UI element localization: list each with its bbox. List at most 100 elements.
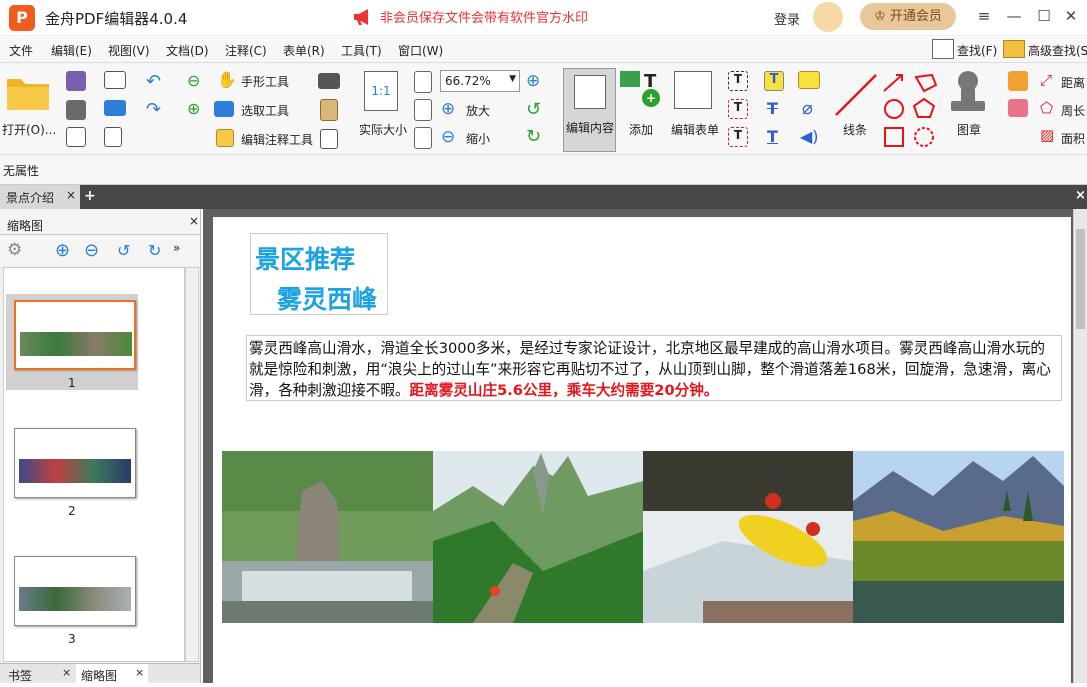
shape-tools[interactable] [882, 71, 942, 151]
vip-button[interactable]: ♔ 开通会员 [860, 3, 956, 30]
note-icon[interactable] [798, 71, 820, 89]
panel-close-icon[interactable]: × [189, 214, 199, 228]
zoom-select[interactable]: 66.72% ▼ [440, 70, 520, 92]
more-icon[interactable]: » [173, 241, 180, 255]
settings-gear-icon[interactable]: ⚙ [7, 240, 22, 260]
page-number: 1 [68, 376, 76, 390]
edit-form-button[interactable]: 编辑表单 [671, 121, 719, 138]
fit-visible-icon[interactable] [414, 127, 432, 149]
paragraph-highlight: 距离雾灵山庄5.6公里，乘车大约需要20分钟。 [409, 382, 719, 399]
close-all-icon[interactable]: × [1075, 188, 1086, 203]
close-icon[interactable]: ✕ [1061, 6, 1081, 26]
rotate-right-icon[interactable]: ↻ [526, 126, 541, 147]
print-icon[interactable] [66, 100, 86, 120]
advanced-find-button[interactable]: 高级查找(S [1028, 42, 1087, 59]
pencil-icon[interactable] [1008, 71, 1028, 91]
menu-annotation[interactable]: 注释(C) [225, 42, 267, 59]
magnifier-icon[interactable]: ⊕ [526, 71, 540, 91]
rotate-page-right-icon[interactable]: ↻ [148, 241, 161, 260]
distance-button[interactable]: 距离 [1061, 74, 1087, 91]
menu-file[interactable]: 文件 [9, 42, 33, 59]
tab-document-label: 景点介绍 [6, 191, 55, 205]
vip-button-label: 开通会员 [889, 9, 942, 24]
page-thumbnail[interactable] [14, 556, 136, 626]
strikethrough-icon[interactable]: T [767, 99, 778, 118]
minimize-icon[interactable]: — [1004, 6, 1024, 26]
thumbnail-scrollbar[interactable] [185, 267, 199, 662]
area-button[interactable]: 面积 [1061, 130, 1087, 147]
menu-document[interactable]: 文档(D) [166, 42, 209, 59]
menu-view[interactable]: 视图(V) [108, 42, 150, 59]
forward-icon[interactable]: ⊕ [187, 99, 200, 118]
maximize-icon[interactable]: ☐ [1034, 6, 1054, 26]
hand-tool-button[interactable]: 手形工具 [241, 73, 289, 90]
pdf-page[interactable]: 景区推荐 雾灵西峰 雾灵西峰高山滑水，滑道全长3000多米，是经过专家论证设计，… [213, 217, 1071, 687]
edit-annotation-tool-button[interactable]: 编辑注释工具 [241, 131, 313, 148]
thumbnail-zoom-out-icon[interactable]: ⊖ [84, 240, 99, 261]
perimeter-button[interactable]: 周长 [1061, 102, 1087, 119]
area-icon: ▨ [1040, 126, 1055, 144]
tab-document[interactable]: 景点介绍 × [0, 185, 80, 209]
fit-page-icon[interactable] [414, 71, 432, 93]
edit-content-button[interactable]: 编辑内容 [563, 68, 616, 152]
zoom-in-button[interactable]: 放大 [466, 102, 490, 119]
tab-close-icon[interactable]: × [66, 188, 76, 202]
new-document-icon[interactable] [104, 127, 122, 147]
page-thumbnail[interactable] [14, 300, 136, 370]
document-scrollbar[interactable] [1073, 209, 1087, 683]
menu-icon[interactable]: ≡ [974, 6, 994, 26]
menu-form[interactable]: 表单(R) [283, 42, 325, 59]
text-field-icon[interactable]: T [728, 127, 748, 147]
panel-title: 缩略图 [7, 219, 44, 233]
snapshot-icon[interactable] [318, 73, 340, 89]
add-button[interactable]: 添加 [629, 121, 653, 138]
redo-icon[interactable]: ↷ [146, 99, 161, 120]
back-icon[interactable]: ⊖ [187, 71, 200, 90]
heading-box[interactable]: 景区推荐 雾灵西峰 [250, 233, 388, 315]
photo-autumn-lake [853, 451, 1064, 623]
scan-icon[interactable] [104, 100, 126, 116]
login-link[interactable]: 登录 [774, 9, 800, 28]
thumbnail-photos [19, 459, 131, 483]
tab-bookmarks[interactable]: 书签 [8, 667, 32, 684]
menu-tools[interactable]: 工具(T) [341, 42, 382, 59]
thumbnail-zoom-in-icon[interactable]: ⊕ [55, 240, 70, 261]
tab-thumbnails[interactable]: 缩略图 × [76, 664, 148, 684]
save-icon[interactable] [66, 71, 86, 91]
tab-bookmarks-close-icon[interactable]: × [62, 666, 71, 679]
open-button[interactable]: 打开(O)... [2, 121, 56, 138]
paragraph-box[interactable]: 雾灵西峰高山滑水，滑道全长3000多米，是经过专家论证设计，北京地区最早建成的高… [246, 335, 1062, 401]
zoom-out-button[interactable]: 缩小 [466, 130, 490, 147]
attachment-icon[interactable]: ⌀ [802, 98, 813, 119]
text-callout-icon[interactable]: T [728, 99, 748, 119]
undo-icon[interactable]: ↶ [146, 71, 161, 92]
find-button[interactable]: 查找(F) [957, 42, 997, 59]
rotate-left-icon[interactable]: ↺ [526, 99, 541, 120]
line-button[interactable]: 线条 [843, 121, 867, 138]
page-number: 3 [68, 632, 76, 646]
actual-size-button[interactable]: 实际大小 [359, 121, 407, 138]
thumbnail-panel: 缩略图 × ⚙ ⊕ ⊖ ↺ ↻ » 1 2 3 书签 × 缩略图 × [0, 209, 201, 684]
tab-thumbnails-close-icon[interactable]: × [135, 666, 144, 679]
menu-edit[interactable]: 编辑(E) [51, 42, 92, 59]
clipboard-icon[interactable] [320, 99, 338, 121]
avatar[interactable] [813, 2, 843, 32]
panel-toolbar: ⚙ ⊕ ⊖ ↺ ↻ » [0, 236, 200, 266]
text-box-icon[interactable]: T [728, 71, 748, 91]
add-tab-icon[interactable]: + [84, 188, 96, 204]
sound-icon[interactable]: ◀) [800, 127, 819, 146]
stamp-button[interactable]: 图章 [957, 121, 981, 138]
eraser-icon[interactable] [1008, 99, 1028, 117]
document-properties-icon[interactable] [66, 127, 86, 147]
rotate-page-left-icon[interactable]: ↺ [117, 241, 130, 260]
fit-width-icon[interactable] [414, 99, 432, 121]
underline-icon[interactable]: T [767, 127, 778, 146]
document-scrollbar-thumb[interactable] [1076, 229, 1085, 329]
email-icon[interactable] [104, 71, 126, 89]
select-tool-button[interactable]: 选取工具 [241, 102, 289, 119]
highlight-text-icon[interactable]: T [764, 71, 784, 91]
menu-window[interactable]: 窗口(W) [398, 42, 443, 59]
binoculars-doc-icon[interactable] [320, 129, 338, 149]
page-thumbnail[interactable] [14, 428, 136, 498]
zoom-value: 66.72% [445, 74, 491, 88]
